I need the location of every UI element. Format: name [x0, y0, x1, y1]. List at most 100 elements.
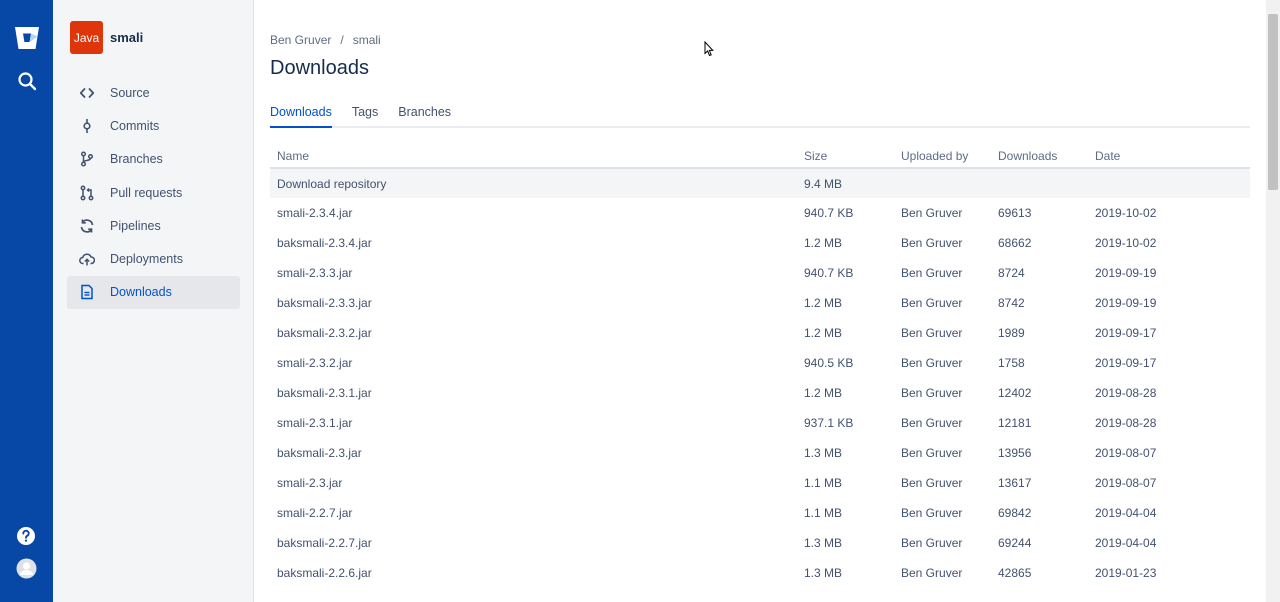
file-name-link[interactable]: baksmali-2.3.2.jar	[270, 318, 797, 348]
cell-uploaded-by[interactable]: Ben Gruver	[894, 258, 991, 288]
file-name-link[interactable]: smali-2.3.jar	[270, 468, 797, 498]
file-name-link[interactable]: baksmali-2.3.1.jar	[270, 378, 797, 408]
cell-downloads: 12181	[998, 416, 1032, 430]
file-name-link[interactable]: smali-2.3.2.jar	[270, 348, 797, 378]
cell-date: 2019-08-07	[1095, 476, 1157, 490]
sidebar-item-deployments[interactable]: Deployments	[67, 242, 240, 275]
tab-downloads[interactable]: Downloads	[270, 104, 332, 128]
table-row[interactable]: smali-2.3.jar 1.1 MB Ben Gruver 13617 2019-0…	[270, 468, 1250, 498]
file-name-link[interactable]: baksmali-2.3.4.jar	[270, 228, 797, 258]
sidebar-item-branches[interactable]: Branches	[67, 143, 240, 176]
cell-size: 1.2 MB	[804, 296, 843, 310]
cell-size: 1.1 MB	[804, 506, 843, 520]
cell-uploaded-by[interactable]: Ben Gruver	[894, 558, 991, 588]
file-name-link[interactable]: baksmali-2.2.7.jar	[270, 528, 797, 558]
mouse-cursor-icon	[704, 41, 714, 57]
page-scrollbar[interactable]	[1266, 0, 1280, 602]
cell-downloads: 42865	[998, 566, 1032, 580]
table-row[interactable]: baksmali-2.2.6.jar 1.3 MB Ben Gruver 42865 2…	[270, 558, 1250, 588]
cell-uploaded-by	[894, 168, 991, 198]
table-row[interactable]: baksmali-2.3.1.jar 1.2 MB Ben Gruver 12402 2…	[270, 378, 1250, 408]
breadcrumb-separator: /	[340, 33, 344, 47]
table-row[interactable]: smali-2.3.4.jar 940.7 KB Ben Gruver 69613 20…	[270, 198, 1250, 228]
branch-icon	[79, 151, 95, 167]
cell-uploaded-by[interactable]: Ben Gruver	[894, 348, 991, 378]
cell-date: 2019-09-17	[1095, 326, 1157, 340]
table-row[interactable]: baksmali-2.3.3.jar 1.2 MB Ben Gruver 8742 20…	[270, 288, 1250, 318]
file-name-link[interactable]: smali-2.2.7.jar	[270, 498, 797, 528]
cell-downloads: 13617	[998, 476, 1032, 490]
table-row[interactable]: smali-2.3.3.jar 940.7 KB Ben Gruver 8724 201…	[270, 258, 1250, 288]
breadcrumb: Ben Gruver / smali	[270, 33, 381, 47]
user-avatar-icon[interactable]	[16, 558, 37, 579]
cell-downloads: 69842	[998, 506, 1032, 520]
cell-uploaded-by[interactable]: Ben Gruver	[894, 228, 991, 258]
file-name-link[interactable]: baksmali-2.3.jar	[270, 438, 797, 468]
breadcrumb-owner[interactable]: Ben Gruver	[270, 33, 331, 47]
cell-size: 937.1 KB	[804, 416, 854, 430]
cell-uploaded-by[interactable]: Ben Gruver	[894, 198, 991, 228]
file-name-link[interactable]: baksmali-2.2.6.jar	[270, 558, 797, 588]
scrollbar-thumb[interactable]	[1268, 14, 1278, 190]
cell-date: 2019-08-07	[1095, 446, 1157, 460]
column-header-uploaded-by[interactable]: Uploaded by	[894, 144, 991, 169]
cell-downloads: 8742	[998, 296, 1025, 310]
repo-language-badge[interactable]: Java	[70, 21, 103, 54]
cell-uploaded-by[interactable]: Ben Gruver	[894, 288, 991, 318]
column-header-name[interactable]: Name	[270, 144, 797, 169]
downloads-table: Name Size Uploaded by Downloads Date Dow…	[270, 144, 1250, 588]
file-name-link[interactable]: smali-2.3.4.jar	[270, 198, 797, 228]
file-name-link[interactable]: smali-2.3.1.jar	[270, 408, 797, 438]
repo-name[interactable]: smali	[110, 30, 143, 45]
repo-header[interactable]: Java smali	[70, 21, 143, 54]
sidebar-item-source[interactable]: Source	[67, 76, 240, 109]
table-row[interactable]: baksmali-2.3.jar 1.3 MB Ben Gruver 13956 201…	[270, 438, 1250, 468]
search-icon[interactable]	[16, 70, 38, 92]
table-row[interactable]: baksmali-2.2.7.jar 1.3 MB Ben Gruver 69244 2…	[270, 528, 1250, 558]
cell-date: 2019-04-04	[1095, 506, 1157, 520]
download-repository-row[interactable]: Download repository 9.4 MB	[270, 168, 1250, 198]
table-row[interactable]: smali-2.2.7.jar 1.1 MB Ben Gruver 69842 2019…	[270, 498, 1250, 528]
cell-uploaded-by[interactable]: Ben Gruver	[894, 468, 991, 498]
cell-downloads	[991, 168, 1088, 198]
sidebar-item-label: Commits	[110, 118, 160, 133]
pull-request-icon	[79, 185, 95, 201]
cell-date: 2019-08-28	[1095, 416, 1157, 430]
bitbucket-logo-icon[interactable]	[13, 24, 41, 52]
cell-uploaded-by[interactable]: Ben Gruver	[894, 498, 991, 528]
breadcrumb-repo[interactable]: smali	[353, 33, 381, 47]
file-name-link[interactable]: baksmali-2.3.3.jar	[270, 288, 797, 318]
cell-size: 1.1 MB	[804, 476, 843, 490]
sidebar-item-downloads[interactable]: Downloads	[67, 275, 240, 310]
cell-uploaded-by[interactable]: Ben Gruver	[894, 408, 991, 438]
sidebar-item-label: Pull requests	[110, 185, 183, 200]
cell-uploaded-by[interactable]: Ben Gruver	[894, 528, 991, 558]
cell-downloads: 68662	[998, 236, 1032, 250]
tab-branches[interactable]: Branches	[398, 104, 451, 128]
cell-uploaded-by[interactable]: Ben Gruver	[894, 438, 991, 468]
sidebar-item-commits[interactable]: Commits	[67, 109, 240, 142]
column-header-downloads[interactable]: Downloads	[991, 144, 1088, 169]
column-header-size[interactable]: Size	[797, 144, 894, 169]
file-name-link[interactable]: smali-2.3.3.jar	[270, 258, 797, 288]
pipelines-icon	[79, 218, 95, 234]
cell-uploaded-by[interactable]: Ben Gruver	[894, 318, 991, 348]
table-row[interactable]: baksmali-2.3.4.jar 1.2 MB Ben Gruver 68662 2…	[270, 228, 1250, 258]
cell-downloads: 8724	[998, 266, 1025, 280]
cell-size: 940.7 KB	[804, 206, 854, 220]
cell-date	[1088, 168, 1250, 198]
download-repository-link[interactable]: Download repository	[270, 168, 797, 198]
sidebar-item-pipelines[interactable]: Pipelines	[67, 209, 240, 242]
help-icon[interactable]	[16, 526, 36, 546]
cell-size: 940.5 KB	[804, 356, 854, 370]
cell-downloads: 1989	[998, 326, 1025, 340]
sidebar-item-label: Source	[110, 85, 150, 100]
table-row[interactable]: smali-2.3.1.jar 937.1 KB Ben Gruver 12181 20…	[270, 408, 1250, 438]
sidebar-item-pull-requests[interactable]: Pull requests	[67, 176, 240, 209]
tab-tags[interactable]: Tags	[352, 104, 378, 128]
column-header-date[interactable]: Date	[1088, 144, 1250, 169]
table-row[interactable]: smali-2.3.2.jar 940.5 KB Ben Gruver 1758 201…	[270, 348, 1250, 378]
global-nav-rail	[0, 0, 53, 602]
cell-uploaded-by[interactable]: Ben Gruver	[894, 378, 991, 408]
table-row[interactable]: baksmali-2.3.2.jar 1.2 MB Ben Gruver 1989 20…	[270, 318, 1250, 348]
